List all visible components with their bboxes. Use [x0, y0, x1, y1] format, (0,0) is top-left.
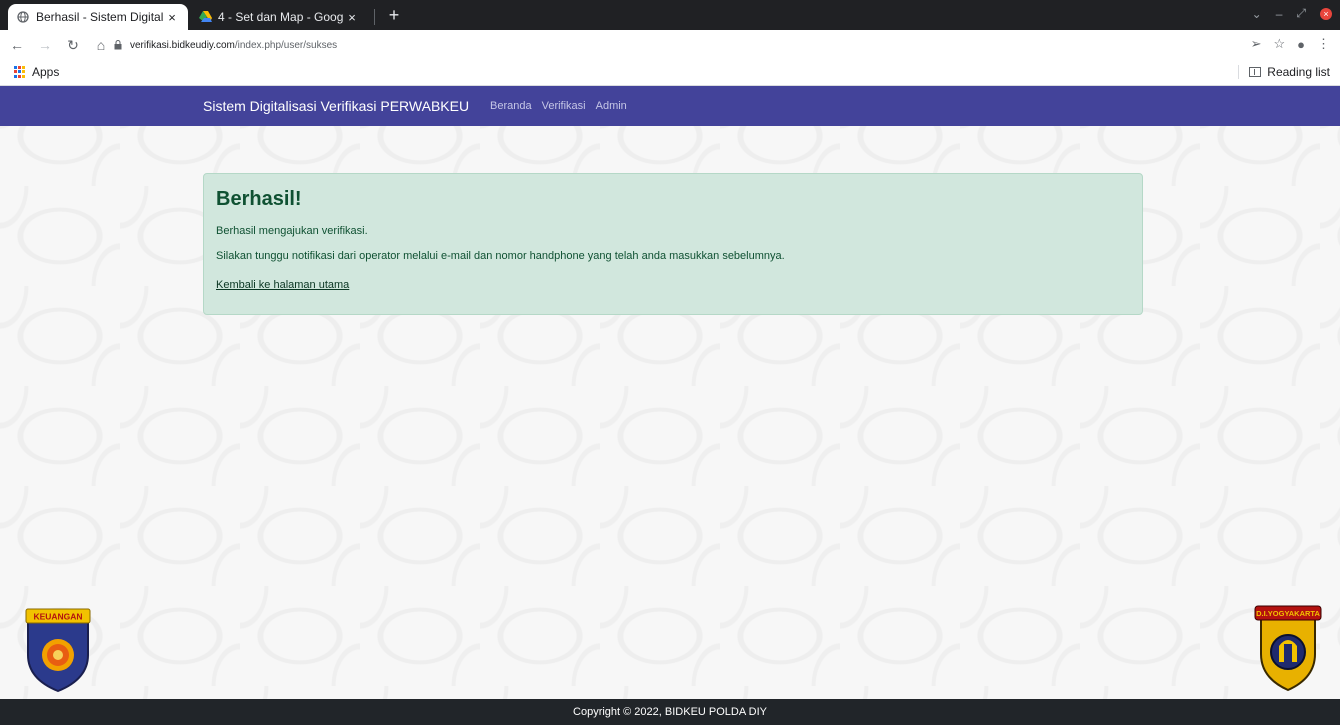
window-controls: ⌄ – ⤢ × [1252, 6, 1332, 21]
url-path: /index.php/user/sukses [234, 39, 338, 51]
apps-grid-icon [14, 66, 26, 78]
toolbar-actions: ➢ ☆ ● ⋮ [1251, 36, 1330, 52]
bookmarks-bar: Apps Reading list [0, 60, 1340, 86]
tab-title: 4 - Set dan Map - Googl [218, 10, 344, 24]
page-footer: Copyright © 2022, BIDKEU POLDA DIY [0, 699, 1340, 725]
new-tab-button[interactable]: + [384, 5, 404, 25]
alert-message: Berhasil mengajukan verifikasi. [216, 225, 368, 237]
url-host: verifikasi.bidkeudiy.com [130, 39, 235, 51]
bookmark-star-icon[interactable]: ☆ [1273, 36, 1285, 52]
site-brand[interactable]: Sistem Digitalisasi Verifikasi PERWABKEU [203, 98, 469, 114]
profile-avatar-icon[interactable]: ● [1297, 37, 1305, 52]
nav-link-admin[interactable]: Admin [596, 100, 627, 112]
back-to-home-link[interactable]: Kembali ke halaman utama [216, 279, 349, 291]
close-tab-icon[interactable]: × [164, 10, 180, 25]
google-drive-icon [198, 10, 212, 24]
home-icon[interactable]: ⌂ [90, 34, 112, 56]
close-window-icon[interactable]: × [1320, 7, 1332, 20]
logo-left-text: KEUANGAN [33, 612, 82, 622]
reading-list-label: Reading list [1267, 65, 1330, 79]
lock-icon [114, 40, 122, 50]
reading-list-button[interactable]: Reading list [1238, 65, 1330, 79]
close-tab-icon[interactable]: × [344, 10, 360, 25]
page-content: Sistem Digitalisasi Verifikasi PERWABKEU… [0, 86, 1340, 699]
polda-diy-logo: D.I.YOGYAKARTA [1254, 605, 1322, 692]
forward-arrow-icon[interactable]: → [34, 34, 56, 56]
tab-set-dan-map[interactable]: 4 - Set dan Map - Googl × [190, 4, 368, 30]
menu-kebab-icon[interactable]: ⋮ [1317, 36, 1330, 52]
success-alert: Berhasil! Berhasil mengajukan verifikasi… [203, 173, 1143, 315]
address-bar[interactable]: verifikasi.bidkeudiy.com/index.php/user/… [114, 35, 337, 55]
site-navbar: Sistem Digitalisasi Verifikasi PERWABKEU… [0, 86, 1340, 126]
globe-icon [16, 10, 30, 24]
reload-icon[interactable]: ↻ [62, 34, 84, 56]
maximize-icon[interactable]: ⤢ [1296, 6, 1306, 21]
footer-copyright: Copyright © 2022, BIDKEU POLDA DIY [573, 706, 767, 718]
keuangan-logo: KEUANGAN [25, 608, 91, 693]
nav-link-verifikasi[interactable]: Verifikasi [542, 100, 586, 112]
minimize-icon[interactable]: – [1276, 7, 1283, 21]
back-arrow-icon[interactable]: ← [6, 34, 28, 56]
alert-heading: Berhasil! [216, 188, 302, 210]
send-icon[interactable]: ➢ [1251, 36, 1262, 52]
tab-title: Berhasil - Sistem Digitali [36, 10, 164, 24]
apps-bookmark[interactable]: Apps [14, 65, 59, 79]
tab-separator [374, 9, 375, 25]
nav-link-beranda[interactable]: Beranda [490, 100, 532, 112]
browser-tab-bar: Berhasil - Sistem Digitali × 4 - Set dan… [0, 0, 1340, 30]
alert-instructions: Silakan tunggu notifikasi dari operator … [216, 250, 785, 262]
apps-label: Apps [32, 65, 60, 79]
tab-berhasil[interactable]: Berhasil - Sistem Digitali × [8, 4, 188, 30]
reading-list-icon [1249, 67, 1262, 77]
site-nav-links: Beranda Verifikasi Admin [490, 100, 627, 112]
chevron-down-icon[interactable]: ⌄ [1252, 7, 1262, 21]
browser-toolbar: ← → ↻ ⌂ verifikasi.bidkeudiy.com/index.p… [0, 30, 1340, 60]
logo-right-text: D.I.YOGYAKARTA [1256, 609, 1320, 618]
